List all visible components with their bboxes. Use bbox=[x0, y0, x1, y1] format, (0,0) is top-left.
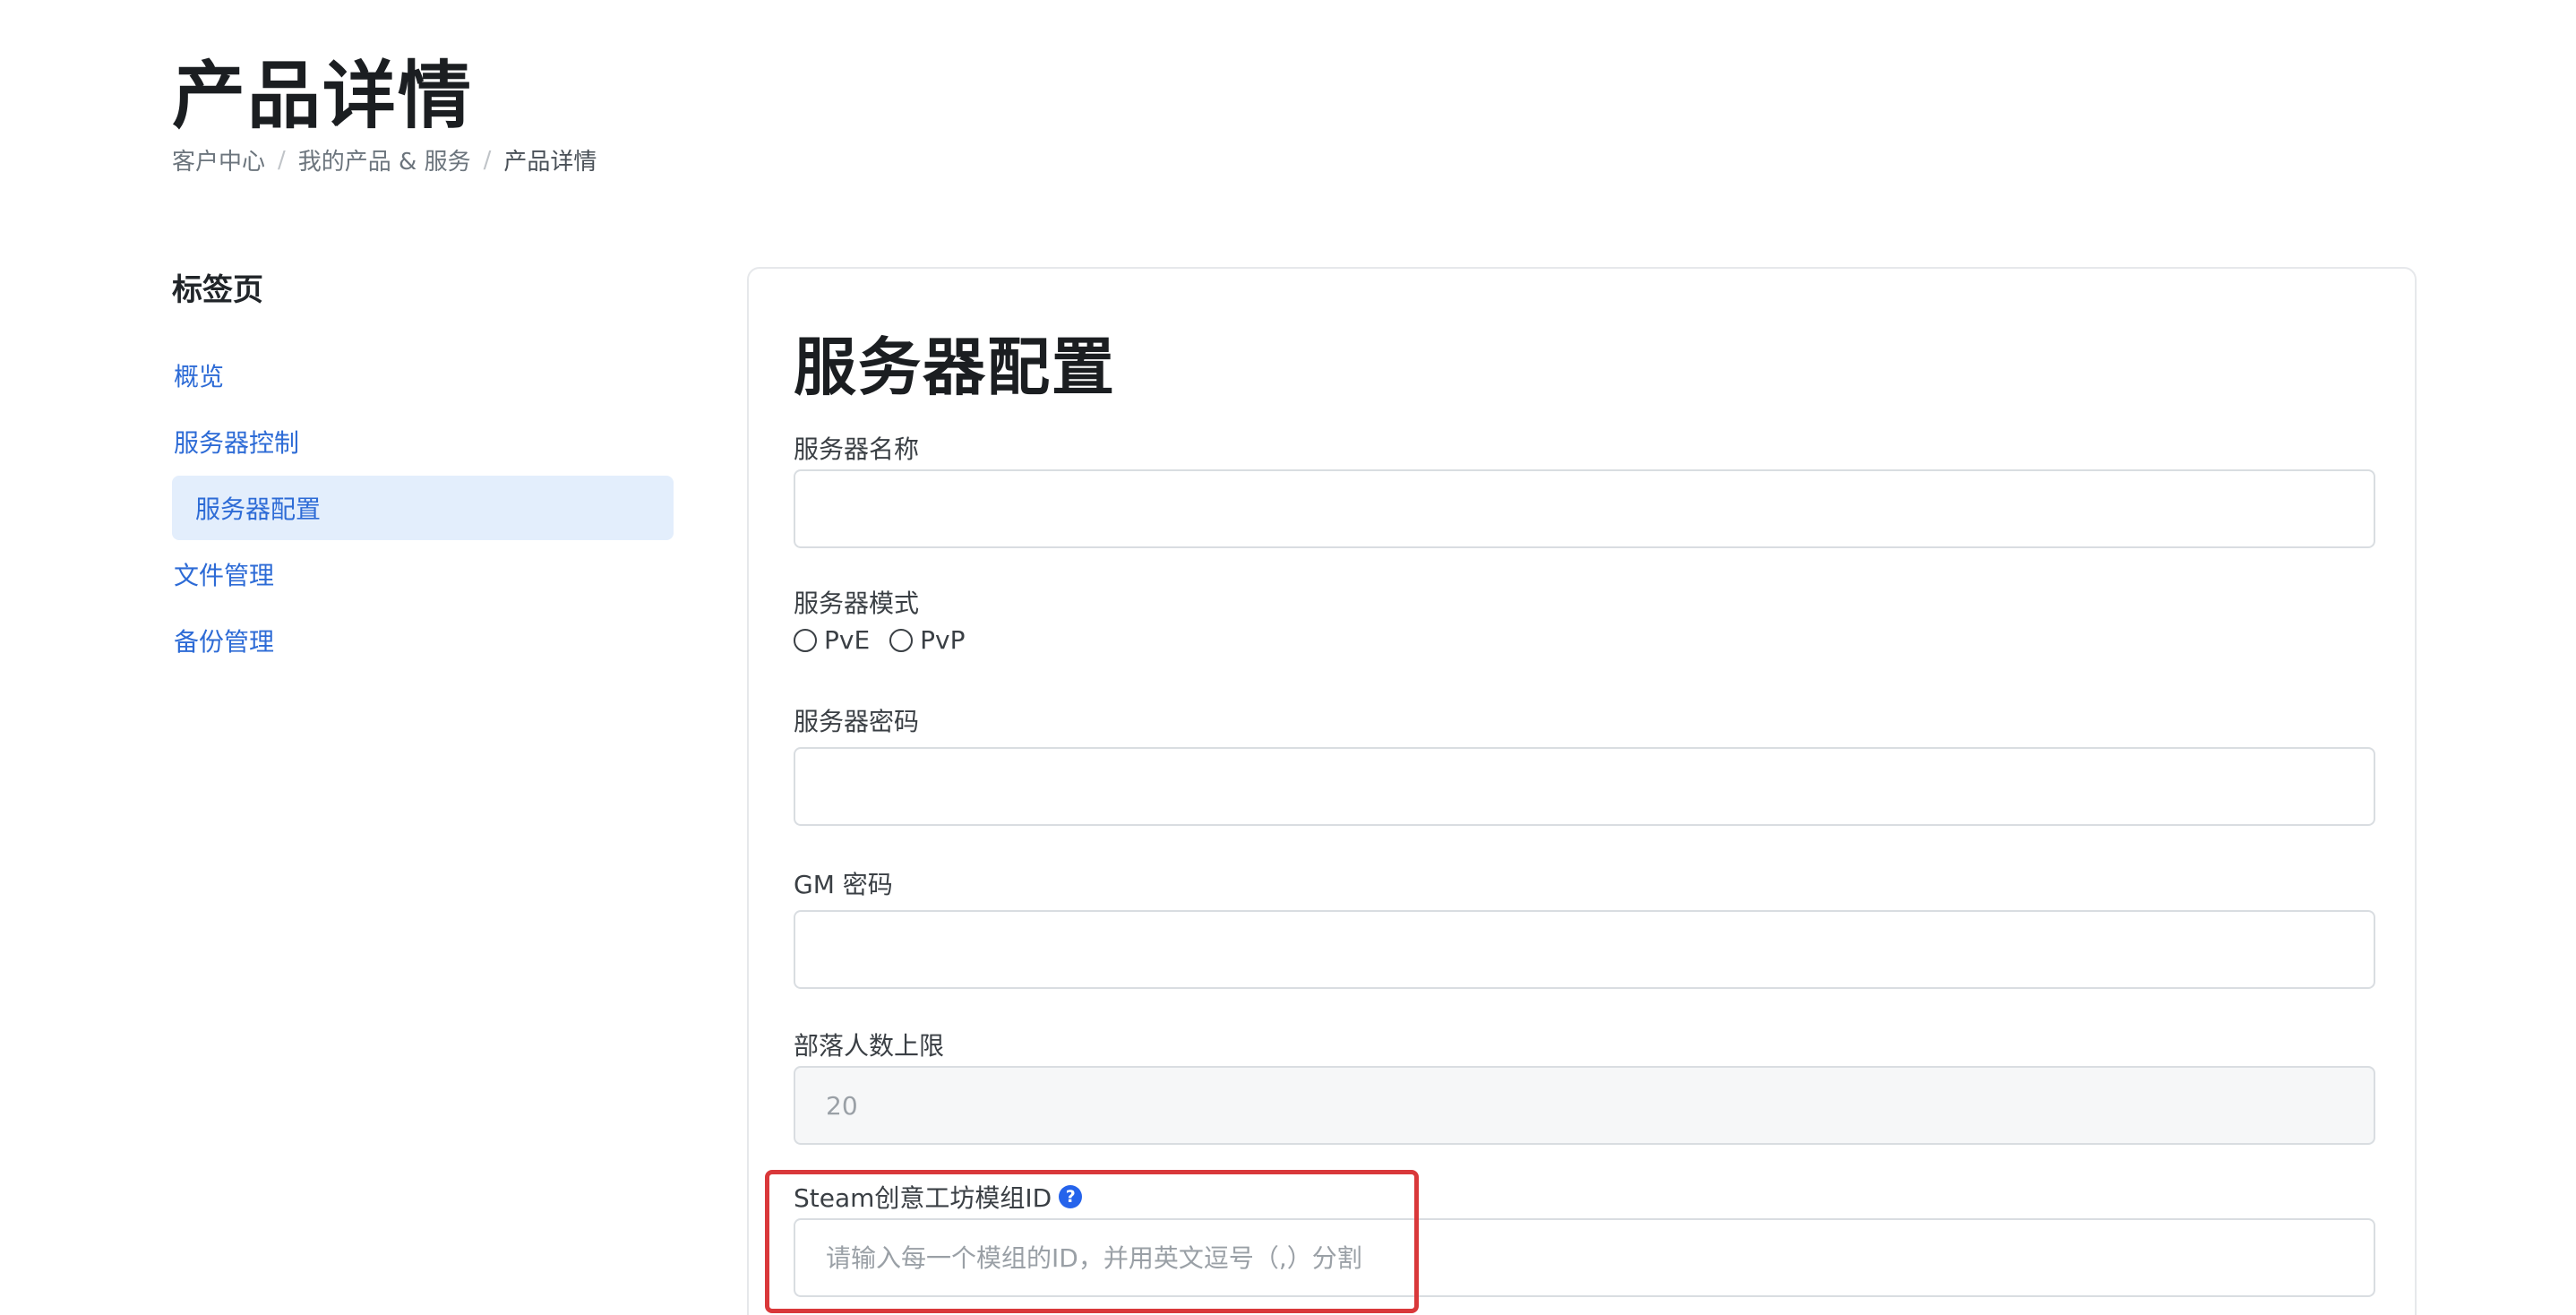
radio-pve-circle[interactable] bbox=[794, 628, 817, 652]
sidebar-item-overview[interactable]: 概览 bbox=[172, 343, 674, 408]
page: 产品详情 客户中心 / 我的产品 & 服务 / 产品详情 标签页 概览 服务器控… bbox=[0, 0, 2576, 1315]
breadcrumb-my-products[interactable]: 我的产品 & 服务 bbox=[298, 143, 471, 176]
workshop-ids-input[interactable] bbox=[794, 1218, 2375, 1297]
card-title: 服务器配置 bbox=[794, 331, 1116, 404]
page-title: 产品详情 bbox=[172, 54, 474, 139]
breadcrumb-customer-center[interactable]: 客户中心 bbox=[172, 143, 265, 176]
server-password-input[interactable] bbox=[794, 747, 2375, 826]
radio-pvp-label: PvP bbox=[920, 625, 966, 655]
radio-pvp-circle[interactable] bbox=[889, 628, 914, 652]
breadcrumb-current: 产品详情 bbox=[503, 149, 597, 176]
server-mode-label: 服务器模式 bbox=[794, 589, 920, 618]
tribe-limit-input: 20 bbox=[794, 1066, 2375, 1145]
server-name-label: 服务器名称 bbox=[794, 434, 920, 464]
breadcrumb-separator: / bbox=[278, 146, 286, 174]
sidebar-item-file-management[interactable]: 文件管理 bbox=[172, 542, 674, 606]
help-icon[interactable]: ? bbox=[1059, 1185, 1083, 1208]
workshop-ids-label: Steam创意工坊模组ID ? bbox=[794, 1179, 1083, 1215]
server-password-label: 服务器密码 bbox=[794, 707, 920, 736]
radio-pve[interactable]: PvE bbox=[794, 625, 870, 655]
sidebar-item-server-config[interactable]: 服务器配置 bbox=[172, 476, 674, 540]
server-config-card: 服务器配置 服务器名称 服务器模式 PvE PvP 服务器密码 GM 密码 部落… bbox=[747, 267, 2417, 1315]
sidebar-title: 标签页 bbox=[172, 272, 263, 308]
server-name-input[interactable] bbox=[794, 469, 2375, 548]
gm-password-label: GM 密码 bbox=[794, 870, 893, 899]
gm-password-input[interactable] bbox=[794, 910, 2375, 989]
sidebar: 标签页 概览 服务器控制 服务器配置 文件管理 备份管理 bbox=[172, 265, 674, 675]
sidebar-item-backup-management[interactable]: 备份管理 bbox=[172, 608, 674, 673]
radio-pve-label: PvE bbox=[824, 625, 871, 655]
server-mode-radio-group: PvE PvP bbox=[794, 625, 985, 655]
breadcrumb-separator: / bbox=[483, 146, 492, 174]
tribe-limit-label: 部落人数上限 bbox=[794, 1031, 945, 1061]
breadcrumb: 客户中心 / 我的产品 & 服务 / 产品详情 bbox=[172, 143, 597, 176]
workshop-ids-label-text: Steam创意工坊模组ID bbox=[794, 1183, 1052, 1213]
radio-pvp[interactable]: PvP bbox=[889, 625, 966, 655]
sidebar-item-server-control[interactable]: 服务器控制 bbox=[172, 409, 674, 474]
